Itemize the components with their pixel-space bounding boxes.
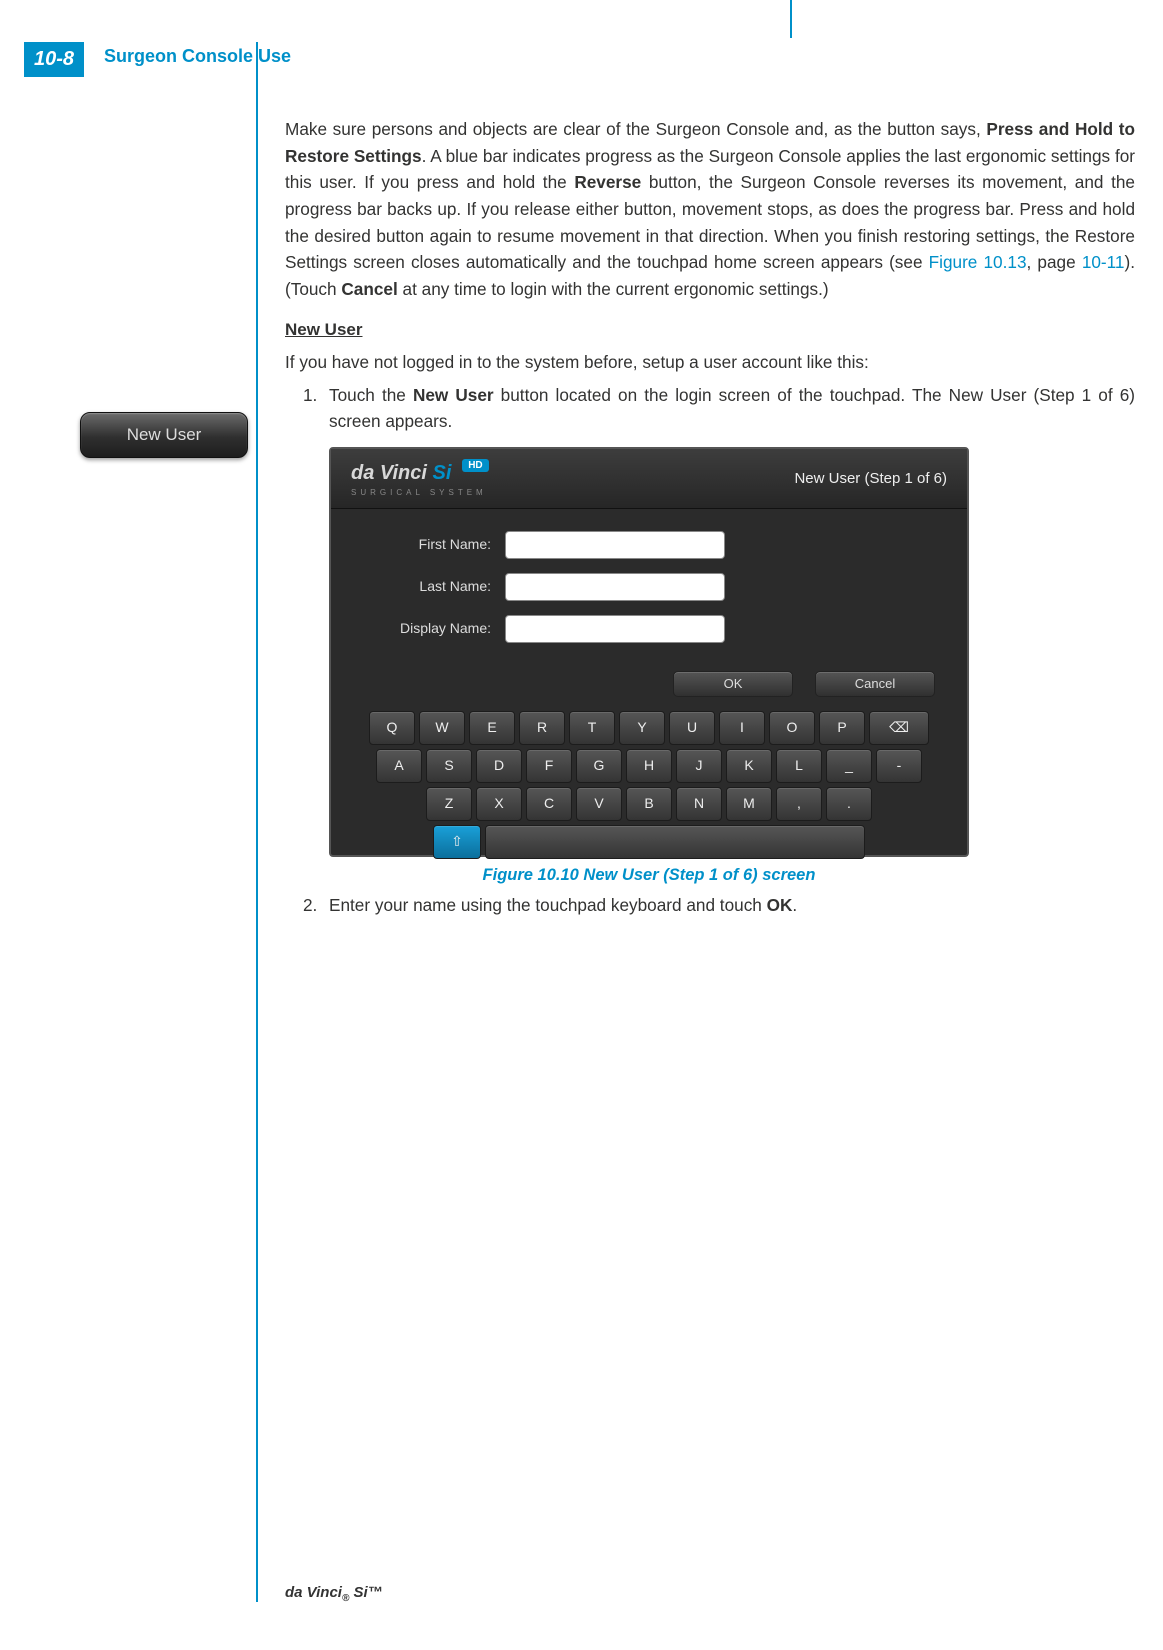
key-shift[interactable]: ⇧ (433, 825, 481, 859)
screen-step-title: New User (Step 1 of 6) (794, 467, 947, 490)
new-user-button-label: New User (127, 425, 202, 445)
key-f[interactable]: F (526, 749, 572, 783)
vertical-rule (256, 42, 258, 1602)
key-a[interactable]: A (376, 749, 422, 783)
touchscreen-mockup: da Vinci Si HD SURGICAL SYSTEM New User … (329, 447, 969, 857)
key-g[interactable]: G (576, 749, 622, 783)
key-underscore[interactable]: _ (826, 749, 872, 783)
first-name-input[interactable] (505, 531, 725, 559)
key-backspace[interactable]: ⌫ (869, 711, 929, 745)
page-number-tab: 10-8 (24, 42, 84, 77)
footer-brand: da Vinci® Si™ (285, 1584, 383, 1604)
key-comma[interactable]: , (776, 787, 822, 821)
key-n[interactable]: N (676, 787, 722, 821)
key-r[interactable]: R (519, 711, 565, 745)
key-l[interactable]: L (776, 749, 822, 783)
new-user-button-graphic: New User (80, 412, 248, 458)
key-v[interactable]: V (576, 787, 622, 821)
display-name-input[interactable] (505, 615, 725, 643)
key-period[interactable]: . (826, 787, 872, 821)
key-b[interactable]: B (626, 787, 672, 821)
step-1: 1. Touch the New User button located on … (307, 382, 1135, 435)
key-w[interactable]: W (419, 711, 465, 745)
key-j[interactable]: J (676, 749, 722, 783)
cancel-button[interactable]: Cancel (815, 671, 935, 697)
key-c[interactable]: C (526, 787, 572, 821)
key-o[interactable]: O (769, 711, 815, 745)
last-name-input[interactable] (505, 573, 725, 601)
key-h[interactable]: H (626, 749, 672, 783)
touchscreen-header: da Vinci Si HD SURGICAL SYSTEM New User … (331, 449, 967, 509)
figure-ref-link[interactable]: Figure 10.13 (929, 252, 1027, 272)
key-space[interactable] (485, 825, 865, 859)
step-2: 2. Enter your name using the touchpad ke… (307, 892, 1135, 919)
new-user-heading: New User (285, 317, 1135, 343)
new-user-intro: If you have not logged in to the system … (285, 349, 1135, 376)
figure-10-10: da Vinci Si HD SURGICAL SYSTEM New User … (329, 447, 969, 857)
key-s[interactable]: S (426, 749, 472, 783)
page-ref-link[interactable]: 10-11 (1082, 252, 1125, 272)
key-y[interactable]: Y (619, 711, 665, 745)
ok-button[interactable]: OK (673, 671, 793, 697)
key-dash[interactable]: - (876, 749, 922, 783)
display-name-label: Display Name: (351, 618, 491, 640)
key-k[interactable]: K (726, 749, 772, 783)
key-m[interactable]: M (726, 787, 772, 821)
paragraph-restore-settings: Make sure persons and objects are clear … (285, 116, 1135, 303)
first-name-label: First Name: (351, 534, 491, 556)
last-name-label: Last Name: (351, 576, 491, 598)
key-d[interactable]: D (476, 749, 522, 783)
key-t[interactable]: T (569, 711, 615, 745)
key-p[interactable]: P (819, 711, 865, 745)
key-z[interactable]: Z (426, 787, 472, 821)
key-q[interactable]: Q (369, 711, 415, 745)
key-x[interactable]: X (476, 787, 522, 821)
vertical-rule-top (790, 0, 792, 38)
key-i[interactable]: I (719, 711, 765, 745)
hd-badge: HD (462, 459, 488, 472)
section-title: Surgeon Console Use (104, 46, 291, 67)
key-e[interactable]: E (469, 711, 515, 745)
onscreen-keyboard: QWERTYUIOP⌫ ASDFGHJKL_- ZXCVBNM,. ⇧ (331, 705, 967, 871)
davinci-logo: da Vinci Si HD SURGICAL SYSTEM (351, 458, 489, 499)
key-u[interactable]: U (669, 711, 715, 745)
